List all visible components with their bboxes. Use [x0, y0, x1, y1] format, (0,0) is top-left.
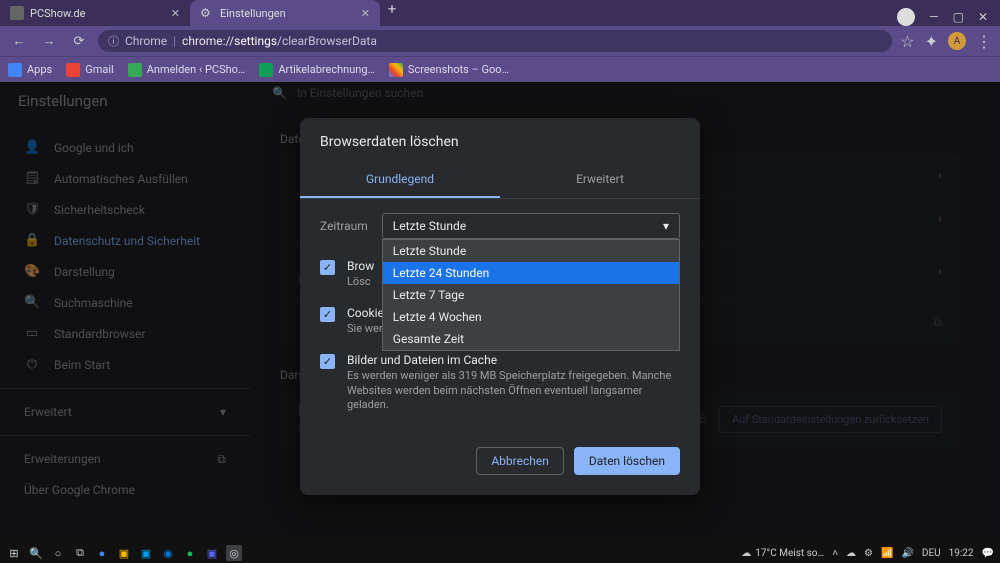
sheets-icon	[259, 63, 273, 77]
time-range-label: Zeitraum	[320, 219, 368, 233]
cortana-icon[interactable]: ○	[50, 545, 66, 561]
dropdown-option[interactable]: Letzte Stunde	[383, 240, 679, 262]
window-controls: — ▢ ✕	[885, 8, 1000, 26]
close-icon[interactable]: ✕	[361, 7, 370, 20]
profile-avatar[interactable]: A	[948, 32, 966, 50]
url-scheme: Chrome	[125, 34, 167, 48]
clock[interactable]: 19:22	[949, 548, 974, 559]
taskbar-app[interactable]: ▣	[138, 545, 154, 561]
tab-basic[interactable]: Grundlegend	[300, 162, 500, 198]
language-indicator[interactable]: DEU	[922, 548, 941, 559]
checkbox-checked-icon[interactable]	[320, 260, 335, 275]
favicon-generic	[10, 6, 24, 20]
dropdown-option[interactable]: Gesamte Zeit	[383, 328, 679, 350]
taskbar-app[interactable]: ●	[94, 545, 110, 561]
incognito-icon[interactable]	[897, 8, 915, 26]
bookmarks-bar: Apps Gmail Anmelden ‹ PCSho… Artikelabre…	[0, 56, 1000, 82]
chevron-down-icon: ▾	[663, 219, 669, 233]
volume-icon[interactable]: 🔊	[901, 548, 913, 559]
browser-toolbar: ← → ⟳ ⓘ Chrome | chrome://settings/clear…	[0, 26, 1000, 56]
tab-pcshow[interactable]: PCShow.de ✕	[0, 0, 190, 26]
gmail-icon	[66, 63, 80, 77]
back-button[interactable]: ←	[8, 30, 30, 52]
taskbar-app[interactable]: ▣	[204, 545, 220, 561]
close-window-button[interactable]: ✕	[978, 10, 988, 24]
tray-icon[interactable]: ☁	[846, 548, 856, 559]
dialog-title: Browserdaten löschen	[300, 118, 700, 162]
browser-tabs: PCShow.de ✕ Einstellungen ✕ +	[0, 0, 404, 26]
url-separator: |	[173, 34, 176, 48]
bookmark-star-icon[interactable]: ☆	[900, 32, 914, 51]
taskbar-app[interactable]: ●	[182, 545, 198, 561]
cancel-button[interactable]: Abbrechen	[476, 447, 564, 475]
extensions-icon[interactable]: ✦	[925, 32, 938, 51]
checkbox-checked-icon[interactable]	[320, 354, 335, 369]
drive-icon	[389, 63, 403, 77]
clear-browsing-data-dialog: Browserdaten löschen Grundlegend Erweite…	[300, 118, 700, 495]
dialog-tabs: Grundlegend Erweitert	[300, 162, 700, 199]
tab-settings[interactable]: Einstellungen ✕	[190, 0, 380, 26]
window-titlebar: PCShow.de ✕ Einstellungen ✕ + — ▢ ✕	[0, 0, 1000, 26]
clear-data-button[interactable]: Daten löschen	[574, 447, 680, 475]
reload-button[interactable]: ⟳	[68, 30, 90, 52]
url-path: chrome://settings/clearBrowserData	[182, 34, 377, 48]
search-icon[interactable]: 🔍	[28, 545, 44, 561]
forward-button[interactable]: →	[38, 30, 60, 52]
select-value: Letzte Stunde	[393, 219, 466, 233]
new-tab-button[interactable]: +	[380, 0, 404, 26]
tab-title: Einstellungen	[220, 7, 286, 20]
taskbar-app[interactable]: ◉	[160, 545, 176, 561]
dropdown-option[interactable]: Letzte 4 Wochen	[383, 306, 679, 328]
dialog-body: Zeitraum Letzte Stunde ▾ Letzte Stunde L…	[300, 199, 700, 427]
bookmark-gmail[interactable]: Gmail	[66, 63, 113, 77]
notifications-icon[interactable]: 💬	[982, 548, 994, 559]
tab-advanced[interactable]: Erweitert	[500, 162, 700, 198]
close-icon[interactable]: ✕	[171, 7, 180, 20]
minimize-button[interactable]: —	[929, 10, 938, 24]
dropdown-option[interactable]: Letzte 24 Stunden	[383, 262, 679, 284]
start-button[interactable]: ⊞	[6, 545, 22, 561]
checkbox-checked-icon[interactable]	[320, 307, 335, 322]
bookmark-pcshow[interactable]: Anmelden ‹ PCSho…	[128, 63, 246, 77]
gear-icon	[200, 6, 214, 20]
network-icon[interactable]: 📶	[881, 548, 893, 559]
task-view-icon[interactable]: ⧉	[72, 545, 88, 561]
taskbar-app[interactable]: ▣	[116, 545, 132, 561]
address-bar[interactable]: ⓘ Chrome | chrome://settings/clearBrowse…	[98, 30, 892, 52]
bookmark-screenshots[interactable]: Screenshots – Goo…	[389, 63, 509, 77]
maximize-button[interactable]: ▢	[953, 10, 964, 24]
time-range-select[interactable]: Letzte Stunde ▾ Letzte Stunde Letzte 24 …	[382, 213, 680, 239]
tray-icon[interactable]: ⚙	[864, 548, 873, 559]
weather-icon: ☁	[741, 548, 751, 559]
tray-chevron-icon[interactable]: ˄	[832, 548, 838, 559]
apps-icon	[8, 63, 22, 77]
weather-widget[interactable]: ☁ 17°C Meist so…	[741, 548, 824, 559]
taskbar-chrome[interactable]: ◎	[226, 545, 242, 561]
bookmark-artikel[interactable]: Artikelabrechnung…	[259, 63, 375, 77]
tab-title: PCShow.de	[30, 7, 86, 20]
site-icon	[128, 63, 142, 77]
bookmark-apps[interactable]: Apps	[8, 63, 52, 77]
dropdown-option[interactable]: Letzte 7 Tage	[383, 284, 679, 306]
dialog-actions: Abbrechen Daten löschen	[300, 427, 700, 479]
menu-icon[interactable]: ⋮	[976, 32, 992, 51]
cache-option[interactable]: Bilder und Dateien im Cache Es werden we…	[320, 347, 680, 424]
windows-taskbar: ⊞ 🔍 ○ ⧉ ● ▣ ▣ ◉ ● ▣ ◎ ☁ 17°C Meist so… ˄…	[0, 543, 1000, 563]
time-range-row: Zeitraum Letzte Stunde ▾ Letzte Stunde L…	[320, 213, 680, 239]
site-info-icon[interactable]: ⓘ	[108, 33, 119, 49]
time-range-dropdown: Letzte Stunde Letzte 24 Stunden Letzte 7…	[382, 239, 680, 351]
